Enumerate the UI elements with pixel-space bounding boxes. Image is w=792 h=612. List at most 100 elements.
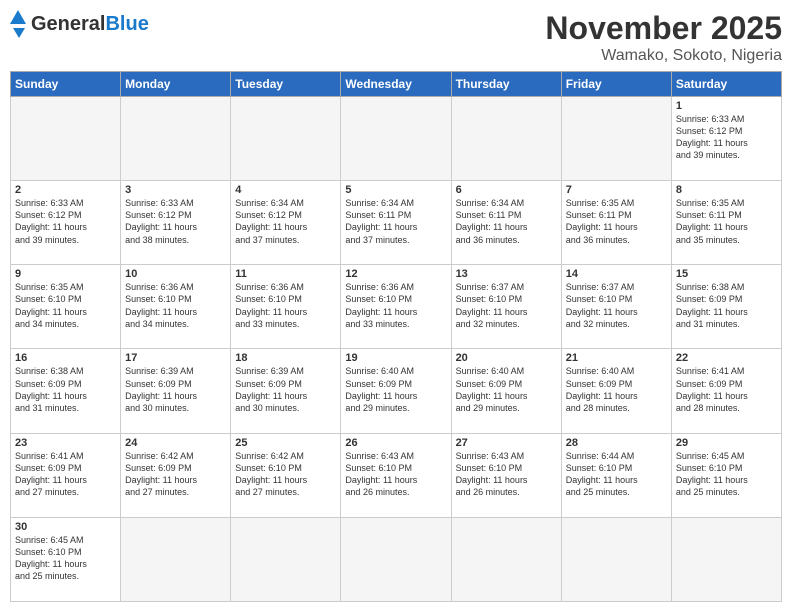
table-row: 27Sunrise: 6:43 AM Sunset: 6:10 PM Dayli…	[451, 433, 561, 517]
day-number: 8	[676, 184, 777, 196]
day-info: Sunrise: 6:36 AM Sunset: 6:10 PM Dayligh…	[235, 281, 336, 330]
calendar-header-row: Sunday Monday Tuesday Wednesday Thursday…	[11, 72, 782, 97]
table-row: 14Sunrise: 6:37 AM Sunset: 6:10 PM Dayli…	[561, 265, 671, 349]
day-info: Sunrise: 6:40 AM Sunset: 6:09 PM Dayligh…	[456, 365, 557, 414]
table-row	[121, 517, 231, 601]
table-row: 1Sunrise: 6:33 AM Sunset: 6:12 PM Daylig…	[671, 97, 781, 181]
day-info: Sunrise: 6:33 AM Sunset: 6:12 PM Dayligh…	[15, 197, 116, 246]
table-row	[561, 517, 671, 601]
day-info: Sunrise: 6:37 AM Sunset: 6:10 PM Dayligh…	[566, 281, 667, 330]
table-row	[451, 517, 561, 601]
day-number: 10	[125, 268, 226, 280]
day-info: Sunrise: 6:33 AM Sunset: 6:12 PM Dayligh…	[676, 113, 777, 162]
table-row: 19Sunrise: 6:40 AM Sunset: 6:09 PM Dayli…	[341, 349, 451, 433]
table-row: 18Sunrise: 6:39 AM Sunset: 6:09 PM Dayli…	[231, 349, 341, 433]
day-info: Sunrise: 6:38 AM Sunset: 6:09 PM Dayligh…	[15, 365, 116, 414]
day-number: 15	[676, 268, 777, 280]
logo-triangle-down-icon	[13, 28, 25, 38]
day-number: 22	[676, 352, 777, 364]
day-number: 4	[235, 184, 336, 196]
calendar-week-row: 16Sunrise: 6:38 AM Sunset: 6:09 PM Dayli…	[11, 349, 782, 433]
table-row: 24Sunrise: 6:42 AM Sunset: 6:09 PM Dayli…	[121, 433, 231, 517]
table-row: 13Sunrise: 6:37 AM Sunset: 6:10 PM Dayli…	[451, 265, 561, 349]
table-row: 20Sunrise: 6:40 AM Sunset: 6:09 PM Dayli…	[451, 349, 561, 433]
table-row: 25Sunrise: 6:42 AM Sunset: 6:10 PM Dayli…	[231, 433, 341, 517]
day-info: Sunrise: 6:40 AM Sunset: 6:09 PM Dayligh…	[345, 365, 446, 414]
day-number: 25	[235, 437, 336, 449]
calendar-week-row: 23Sunrise: 6:41 AM Sunset: 6:09 PM Dayli…	[11, 433, 782, 517]
calendar-week-row: 9Sunrise: 6:35 AM Sunset: 6:10 PM Daylig…	[11, 265, 782, 349]
table-row: 23Sunrise: 6:41 AM Sunset: 6:09 PM Dayli…	[11, 433, 121, 517]
table-row	[671, 517, 781, 601]
table-row: 10Sunrise: 6:36 AM Sunset: 6:10 PM Dayli…	[121, 265, 231, 349]
table-row: 29Sunrise: 6:45 AM Sunset: 6:10 PM Dayli…	[671, 433, 781, 517]
table-row: 2Sunrise: 6:33 AM Sunset: 6:12 PM Daylig…	[11, 181, 121, 265]
table-row: 9Sunrise: 6:35 AM Sunset: 6:10 PM Daylig…	[11, 265, 121, 349]
day-number: 19	[345, 352, 446, 364]
page: GeneralBlue November 2025 Wamako, Sokoto…	[0, 0, 792, 612]
day-number: 23	[15, 437, 116, 449]
day-info: Sunrise: 6:42 AM Sunset: 6:09 PM Dayligh…	[125, 450, 226, 499]
day-info: Sunrise: 6:35 AM Sunset: 6:11 PM Dayligh…	[566, 197, 667, 246]
col-header-monday: Monday	[121, 72, 231, 97]
day-info: Sunrise: 6:35 AM Sunset: 6:10 PM Dayligh…	[15, 281, 116, 330]
day-info: Sunrise: 6:45 AM Sunset: 6:10 PM Dayligh…	[676, 450, 777, 499]
table-row	[341, 97, 451, 181]
table-row	[561, 97, 671, 181]
day-info: Sunrise: 6:43 AM Sunset: 6:10 PM Dayligh…	[345, 450, 446, 499]
table-row: 28Sunrise: 6:44 AM Sunset: 6:10 PM Dayli…	[561, 433, 671, 517]
day-number: 27	[456, 437, 557, 449]
table-row	[451, 97, 561, 181]
day-info: Sunrise: 6:42 AM Sunset: 6:10 PM Dayligh…	[235, 450, 336, 499]
day-number: 12	[345, 268, 446, 280]
table-row: 22Sunrise: 6:41 AM Sunset: 6:09 PM Dayli…	[671, 349, 781, 433]
day-number: 21	[566, 352, 667, 364]
day-number: 18	[235, 352, 336, 364]
table-row	[231, 97, 341, 181]
table-row: 3Sunrise: 6:33 AM Sunset: 6:12 PM Daylig…	[121, 181, 231, 265]
day-info: Sunrise: 6:36 AM Sunset: 6:10 PM Dayligh…	[345, 281, 446, 330]
day-info: Sunrise: 6:45 AM Sunset: 6:10 PM Dayligh…	[15, 534, 116, 583]
logo-triangle-up-icon	[10, 10, 26, 24]
day-info: Sunrise: 6:39 AM Sunset: 6:09 PM Dayligh…	[235, 365, 336, 414]
table-row: 21Sunrise: 6:40 AM Sunset: 6:09 PM Dayli…	[561, 349, 671, 433]
logo-blue: Blue	[105, 13, 148, 36]
table-row: 11Sunrise: 6:36 AM Sunset: 6:10 PM Dayli…	[231, 265, 341, 349]
day-info: Sunrise: 6:34 AM Sunset: 6:12 PM Dayligh…	[235, 197, 336, 246]
logo-general: General	[31, 13, 105, 36]
day-number: 17	[125, 352, 226, 364]
day-info: Sunrise: 6:33 AM Sunset: 6:12 PM Dayligh…	[125, 197, 226, 246]
day-number: 2	[15, 184, 116, 196]
day-number: 9	[15, 268, 116, 280]
table-row	[231, 517, 341, 601]
day-number: 11	[235, 268, 336, 280]
day-info: Sunrise: 6:34 AM Sunset: 6:11 PM Dayligh…	[345, 197, 446, 246]
table-row: 16Sunrise: 6:38 AM Sunset: 6:09 PM Dayli…	[11, 349, 121, 433]
calendar-table: Sunday Monday Tuesday Wednesday Thursday…	[10, 71, 782, 602]
col-header-thursday: Thursday	[451, 72, 561, 97]
table-row: 12Sunrise: 6:36 AM Sunset: 6:10 PM Dayli…	[341, 265, 451, 349]
day-number: 6	[456, 184, 557, 196]
day-info: Sunrise: 6:36 AM Sunset: 6:10 PM Dayligh…	[125, 281, 226, 330]
day-info: Sunrise: 6:41 AM Sunset: 6:09 PM Dayligh…	[15, 450, 116, 499]
logo: GeneralBlue	[10, 10, 149, 38]
calendar-week-row: 1Sunrise: 6:33 AM Sunset: 6:12 PM Daylig…	[11, 97, 782, 181]
table-row: 17Sunrise: 6:39 AM Sunset: 6:09 PM Dayli…	[121, 349, 231, 433]
day-number: 1	[676, 100, 777, 112]
day-number: 3	[125, 184, 226, 196]
day-number: 28	[566, 437, 667, 449]
day-number: 20	[456, 352, 557, 364]
table-row: 6Sunrise: 6:34 AM Sunset: 6:11 PM Daylig…	[451, 181, 561, 265]
table-row	[341, 517, 451, 601]
col-header-friday: Friday	[561, 72, 671, 97]
day-number: 29	[676, 437, 777, 449]
table-row	[121, 97, 231, 181]
table-row: 30Sunrise: 6:45 AM Sunset: 6:10 PM Dayli…	[11, 517, 121, 601]
day-number: 26	[345, 437, 446, 449]
day-info: Sunrise: 6:35 AM Sunset: 6:11 PM Dayligh…	[676, 197, 777, 246]
table-row: 8Sunrise: 6:35 AM Sunset: 6:11 PM Daylig…	[671, 181, 781, 265]
col-header-tuesday: Tuesday	[231, 72, 341, 97]
table-row: 26Sunrise: 6:43 AM Sunset: 6:10 PM Dayli…	[341, 433, 451, 517]
day-info: Sunrise: 6:43 AM Sunset: 6:10 PM Dayligh…	[456, 450, 557, 499]
day-info: Sunrise: 6:40 AM Sunset: 6:09 PM Dayligh…	[566, 365, 667, 414]
